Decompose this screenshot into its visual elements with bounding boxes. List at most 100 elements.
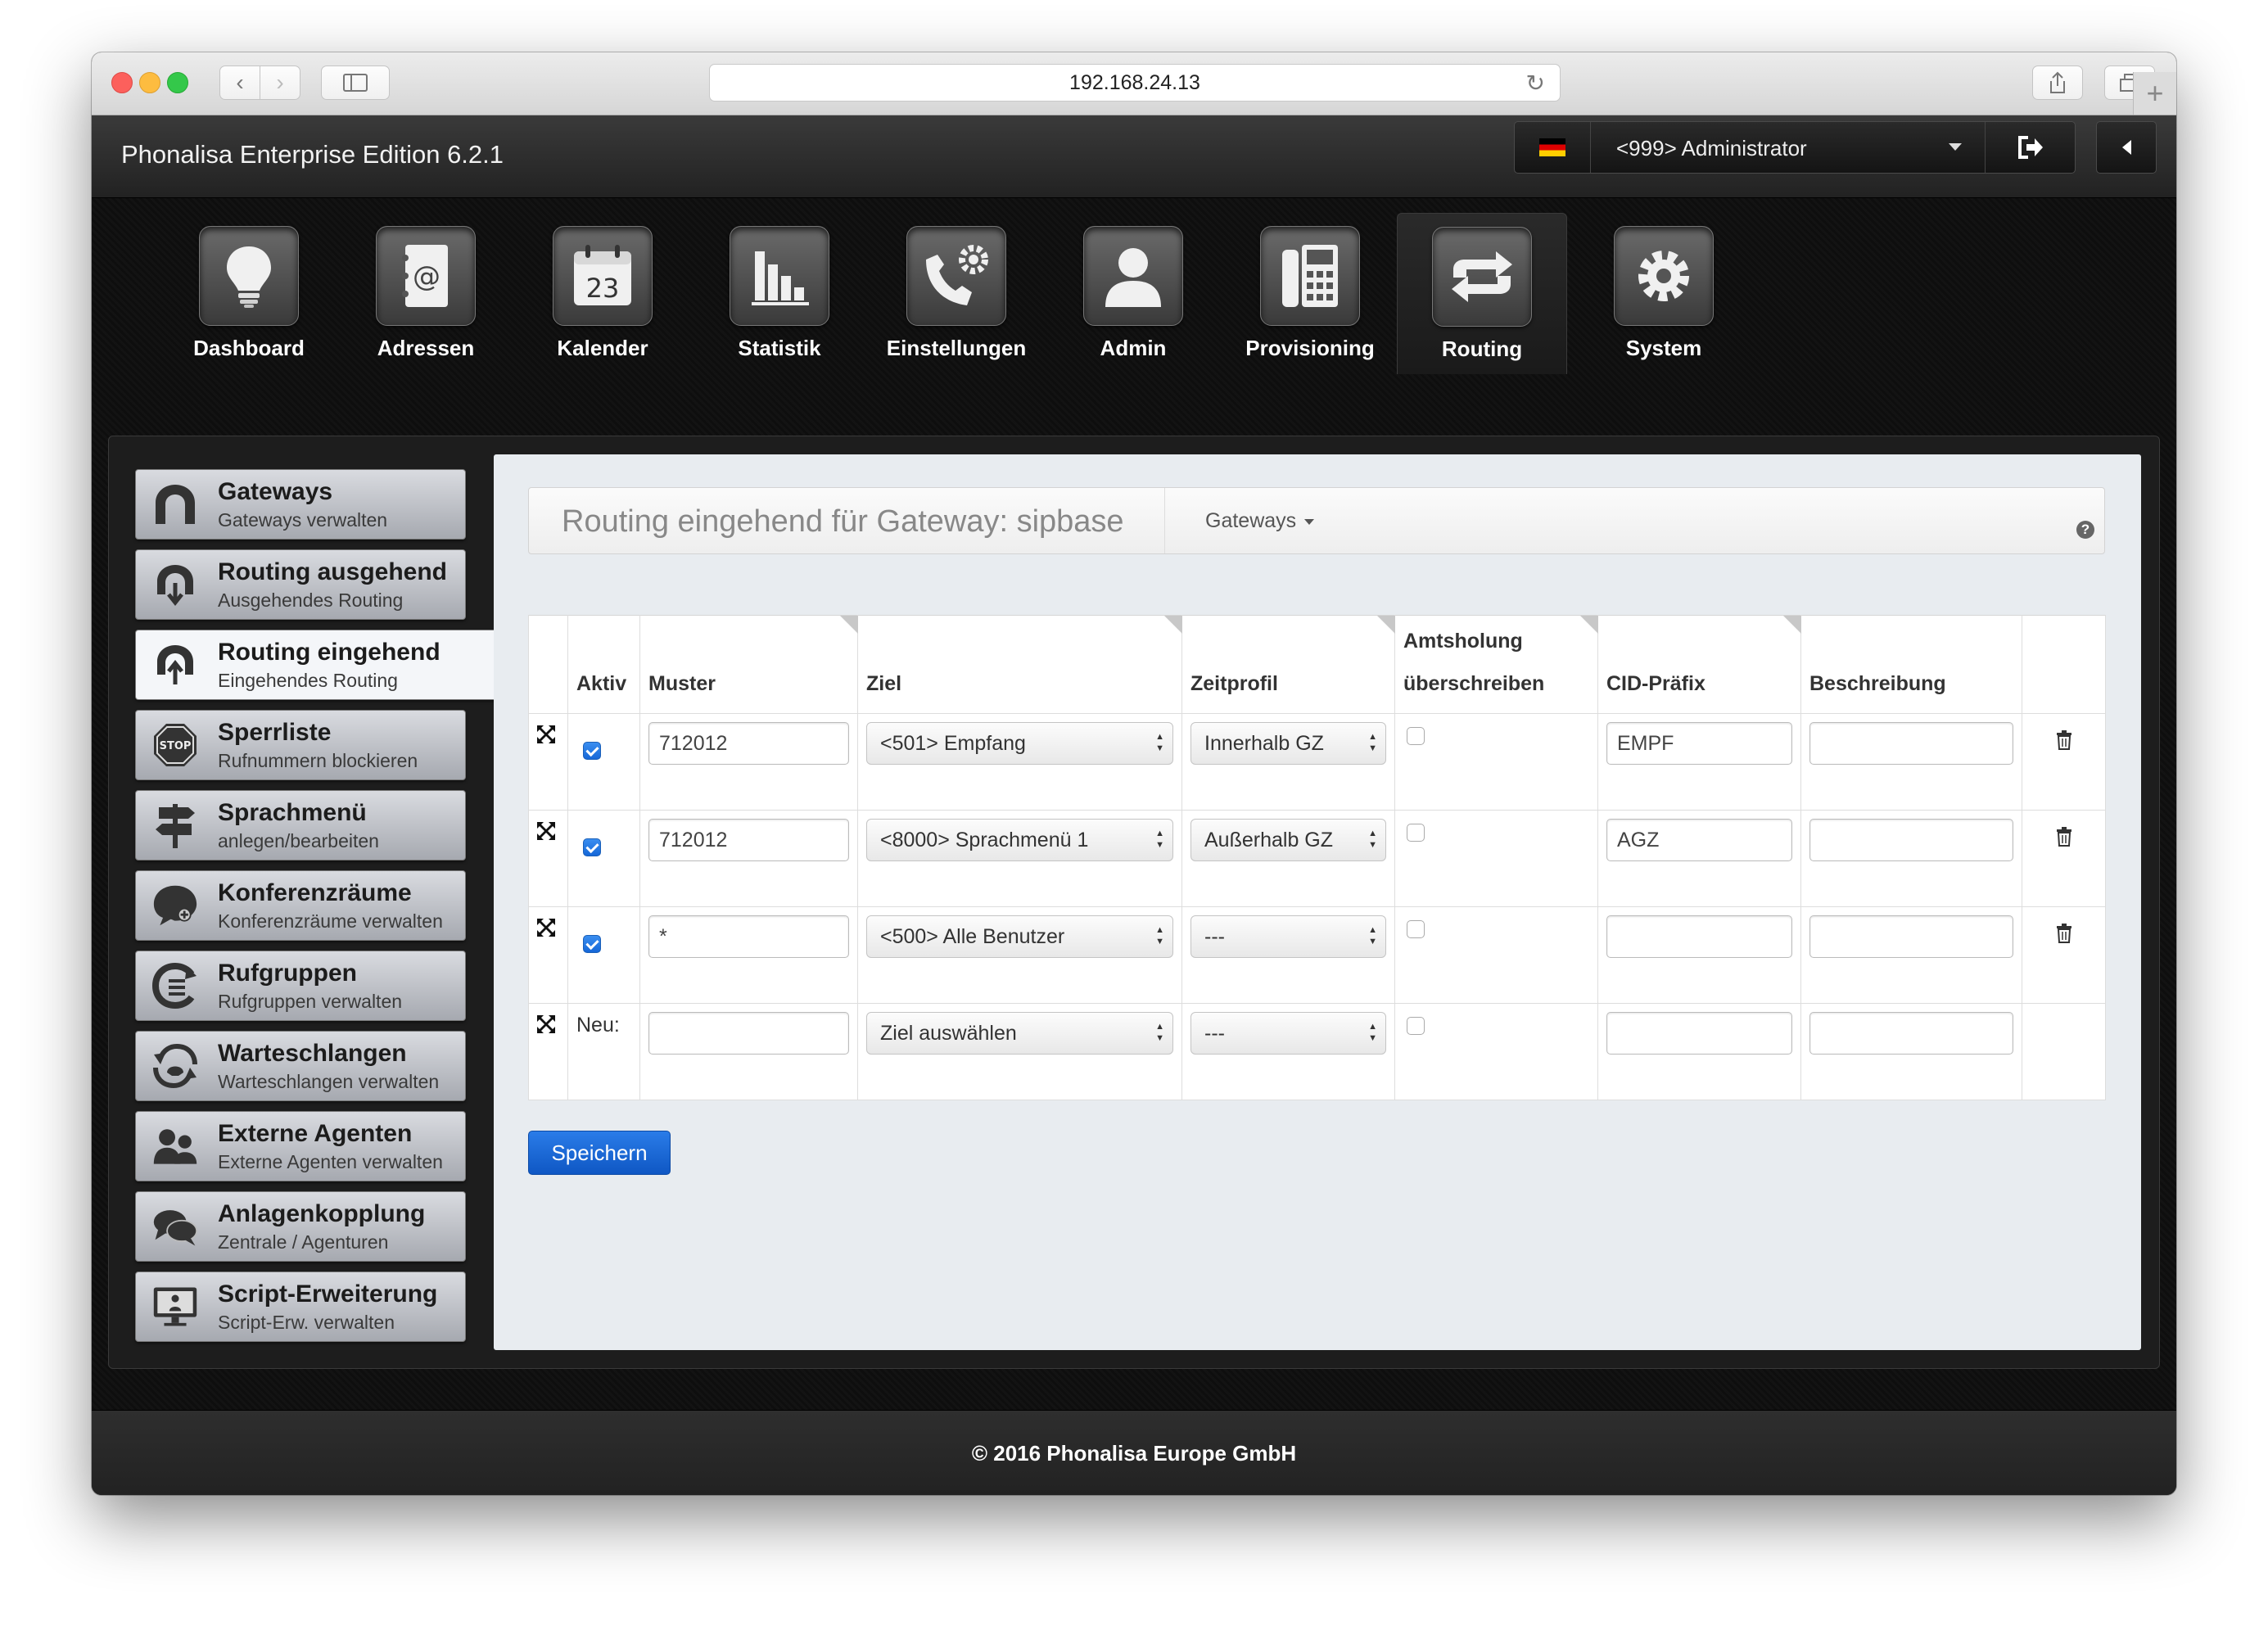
chat-bubbles-icon [152, 1204, 198, 1249]
nav-einstellungen[interactable]: Einstellungen [883, 226, 1030, 365]
col-move [528, 615, 568, 714]
sidebar-item-externe-agenten[interactable]: Externe Agenten Externe Agenten verwalte… [135, 1111, 466, 1181]
sidebar-title: Script-Erweiterung [218, 1280, 438, 1308]
nav-dashboard[interactable]: Dashboard [175, 226, 323, 365]
help-icon[interactable]: ? [2076, 521, 2094, 539]
stop-text: STOP [160, 740, 192, 752]
script-monitor-icon [152, 1284, 198, 1330]
caret-down-icon [1304, 518, 1315, 525]
address-bar[interactable]: 192.168.24.13 ↻ [709, 64, 1561, 102]
table-row: * <500> Alle Benutzer --- [528, 906, 2106, 1004]
cid-input[interactable] [1606, 915, 1792, 958]
beschreibung-input[interactable] [1809, 915, 2013, 958]
aktiv-checkbox[interactable] [583, 838, 601, 856]
col-muster[interactable]: Muster [639, 615, 859, 714]
sidebar-item-routing-eingehend[interactable]: Routing eingehend Eingehendes Routing [135, 630, 499, 700]
col-aktiv[interactable]: Aktiv [567, 615, 640, 714]
sidebar-item-rufgruppen[interactable]: Rufgruppen Rufgruppen verwalten [135, 951, 466, 1021]
sidebar-item-warteschlangen[interactable]: Warteschlangen Warteschlangen verwalten [135, 1031, 466, 1101]
sidebar-title: Anlagenkopplung [218, 1200, 426, 1227]
sidebar-item-sprachmenue[interactable]: Sprachmenü anlegen/bearbeiten [135, 790, 466, 860]
save-button[interactable]: Speichern [528, 1131, 671, 1175]
new-muster-input[interactable] [648, 1012, 849, 1055]
zeitprofil-select[interactable]: --- [1190, 915, 1386, 958]
sidebar-item-gateways[interactable]: Gateways Gateways verwalten [135, 469, 466, 540]
chevron-right-icon: › [276, 70, 284, 95]
nav-provisioning[interactable]: Provisioning [1236, 226, 1384, 365]
url-text: 192.168.24.13 [1069, 70, 1200, 94]
beschreibung-input[interactable] [1809, 819, 2013, 861]
sidebar-subtitle: Gateways verwalten [218, 509, 388, 531]
nav-statistik[interactable]: Statistik [706, 226, 853, 365]
table-header-row: Aktiv Muster Ziel Zeitprofil Amtsholung ü… [528, 615, 2106, 714]
sidebar-item-konferenzraeume[interactable]: Konferenzräume Konferenzräume verwalten [135, 870, 466, 941]
sidebar-title: Routing eingehend [218, 639, 440, 666]
amtsholung-checkbox[interactable] [1407, 920, 1425, 938]
share-button[interactable] [2032, 65, 2083, 100]
beschreibung-input[interactable] [1809, 722, 2013, 765]
col-actions [2022, 615, 2106, 714]
gateway-in-icon [152, 642, 198, 688]
gateways-dropdown[interactable]: Gateways [1205, 509, 1315, 533]
sidebar-toggle-button[interactable] [321, 65, 390, 100]
app-footer: © 2016 Phonalisa Europe GmbH [92, 1410, 2176, 1495]
muster-input[interactable]: * [648, 915, 849, 958]
muster-input[interactable]: 712012 [648, 722, 849, 765]
back-button[interactable]: ‹ [219, 65, 260, 100]
nav-label: Adressen [377, 336, 475, 360]
col-beschreibung[interactable]: Beschreibung [1800, 615, 2022, 714]
cid-input[interactable]: EMPF [1606, 722, 1792, 765]
col-zeitprofil[interactable]: Zeitprofil [1181, 615, 1396, 714]
aktiv-checkbox[interactable] [583, 742, 601, 760]
col-ziel[interactable]: Ziel [857, 615, 1183, 714]
col-cid-praefix[interactable]: CID-Präfix [1597, 615, 1802, 714]
reload-icon[interactable]: ↻ [1526, 70, 1545, 97]
move-icon[interactable] [535, 724, 557, 745]
sidebar-item-routing-ausgehend[interactable]: Routing ausgehend Ausgehendes Routing [135, 549, 466, 620]
amtsholung-checkbox[interactable] [1407, 727, 1425, 745]
zeitprofil-select[interactable]: Innerhalb GZ [1190, 722, 1386, 765]
aktiv-checkbox[interactable] [583, 935, 601, 953]
trash-icon[interactable] [2056, 730, 2072, 750]
trash-icon[interactable] [2056, 827, 2072, 847]
zoom-window-button[interactable] [167, 72, 188, 93]
nav-adressen[interactable]: @ Adressen [352, 226, 499, 365]
minimize-window-button[interactable] [139, 72, 160, 93]
queue-icon [152, 1043, 198, 1089]
sidebar-item-anlagenkopplung[interactable]: Anlagenkopplung Zentrale / Agenturen [135, 1191, 466, 1262]
zeitprofil-select[interactable]: Außerhalb GZ [1190, 819, 1386, 861]
nav-routing[interactable]: Routing [1397, 213, 1567, 374]
collapse-button[interactable] [2096, 121, 2157, 174]
move-icon[interactable] [535, 917, 557, 938]
amtsholung-checkbox[interactable] [1407, 824, 1425, 842]
col-amtsholung[interactable]: Amtsholung überschreiben [1394, 615, 1599, 714]
muster-input[interactable]: 712012 [648, 819, 849, 861]
ziel-select[interactable]: <8000> Sprachmenü 1 [866, 819, 1173, 861]
forward-button[interactable]: › [260, 65, 300, 100]
new-cid-input[interactable] [1606, 1012, 1792, 1055]
nav-kalender[interactable]: 23 Kalender [529, 226, 676, 365]
trash-icon[interactable] [2056, 924, 2072, 943]
ziel-select[interactable]: <501> Empfang [866, 722, 1173, 765]
nav-label: Einstellungen [886, 336, 1027, 360]
ziel-select[interactable]: <500> Alle Benutzer [866, 915, 1173, 958]
move-icon[interactable] [535, 820, 557, 842]
language-selector[interactable] [1515, 122, 1591, 173]
new-ziel-select[interactable]: Ziel auswählen [866, 1012, 1173, 1055]
new-beschreibung-input[interactable] [1809, 1012, 2013, 1055]
user-menu[interactable]: <999> Administrator [1514, 121, 2076, 174]
sidebar-item-sperrliste[interactable]: STOP Sperrliste Rufnummern blockieren [135, 710, 466, 780]
col-amtsholung-line1: Amtsholung [1403, 630, 1523, 653]
sidebar-item-script-erweiterung[interactable]: Script-Erweiterung Script-Erw. verwalten [135, 1271, 466, 1342]
nav-admin[interactable]: Admin [1059, 226, 1207, 365]
cid-input[interactable]: AGZ [1606, 819, 1792, 861]
new-amtsholung-checkbox[interactable] [1407, 1017, 1425, 1035]
sidebar-subtitle: Warteschlangen verwalten [218, 1071, 440, 1092]
sidebar-subtitle: Rufnummern blockieren [218, 750, 418, 771]
close-window-button[interactable] [111, 72, 133, 93]
new-zeitprofil-select[interactable]: --- [1190, 1012, 1386, 1055]
move-icon[interactable] [535, 1014, 557, 1035]
new-tab-button[interactable]: + [2133, 72, 2176, 115]
nav-system[interactable]: System [1590, 226, 1737, 365]
logout-button[interactable] [1985, 122, 2076, 173]
